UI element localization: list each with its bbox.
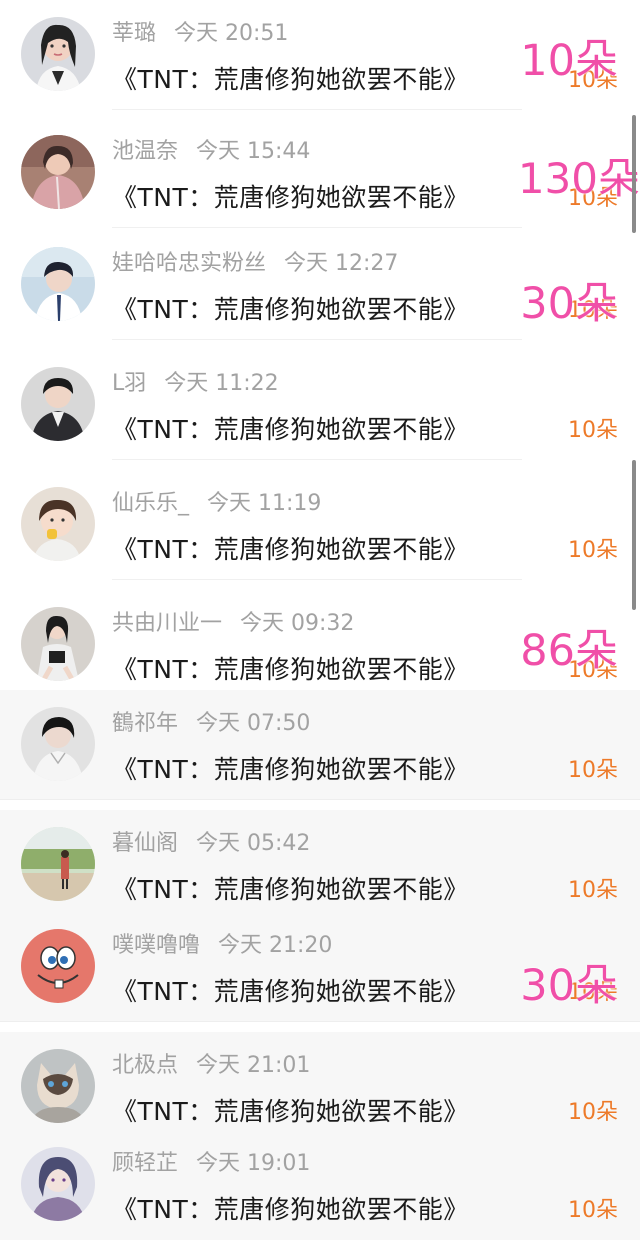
book-title[interactable]: 《TNT：荒唐修狗她欲罢不能》: [112, 60, 469, 100]
list-item[interactable]: L羽 今天 11:22 《TNT：荒唐修狗她欲罢不能》 10朵: [0, 350, 640, 460]
item-meta: 噗噗噜噜 今天 21:20: [112, 929, 332, 963]
scrollbar-lower[interactable]: [632, 460, 636, 610]
divider: [112, 579, 522, 580]
girl-portrait-avatar[interactable]: [21, 17, 95, 91]
username[interactable]: 仙乐乐_: [112, 491, 189, 516]
divider: [112, 227, 522, 228]
list-item[interactable]: 莘璐 今天 20:51 《TNT：荒唐修狗她欲罢不能》 10朵 10朵: [0, 0, 640, 110]
book-title[interactable]: 《TNT：荒唐修狗她欲罢不能》: [112, 972, 469, 1012]
handwritten-overlay-amount: 130朵: [517, 154, 640, 203]
book-title[interactable]: 《TNT：荒唐修狗她欲罢不能》: [112, 1190, 469, 1230]
girl-pink-jacket-avatar[interactable]: [21, 135, 95, 209]
flower-amount: 10朵: [568, 758, 618, 783]
screen: 莘璐今天 20:51 《TNT：荒唐修狗她欲罢不能》 10朵 10朵 池温奈今: [0, 0, 640, 1241]
gift-list[interactable]: 莘璐今天 20:51 《TNT：荒唐修狗她欲罢不能》 10朵 10朵 池温奈今: [0, 0, 640, 1241]
flower-amount: 10朵: [568, 878, 618, 903]
book-title[interactable]: 《TNT：荒唐修狗她欲罢不能》: [112, 530, 469, 570]
list-item[interactable]: 共由川业一 今天 09:32 《TNT：荒唐修狗她欲罢不能》 10朵 86朵: [0, 590, 640, 700]
username[interactable]: 莘璐: [112, 21, 156, 46]
divider: [112, 109, 522, 110]
outdoor-scene-avatar[interactable]: [21, 827, 95, 901]
item-meta: 仙乐乐_ 今天 11:19: [112, 487, 321, 521]
anime-character-avatar[interactable]: [21, 1147, 95, 1221]
scrollbar-upper[interactable]: [632, 115, 636, 233]
item-meta: 北极点 今天 21:01: [112, 1049, 310, 1083]
item-meta: 鶴祁年 今天 07:50: [112, 707, 310, 741]
item-meta: 暮仙阁 今天 05:42: [112, 827, 310, 861]
timestamp: 今天 15:44: [196, 139, 311, 164]
username[interactable]: 共由川业一: [112, 611, 222, 636]
divider: [0, 799, 640, 800]
book-title[interactable]: 《TNT：荒唐修狗她欲罢不能》: [112, 178, 469, 218]
item-meta: 共由川业一 今天 09:32: [112, 607, 354, 641]
list-item[interactable]: 暮仙阁 今天 05:42 《TNT：荒唐修狗她欲罢不能》 10朵: [0, 810, 640, 920]
book-title[interactable]: 《TNT：荒唐修狗她欲罢不能》: [112, 290, 469, 330]
boy-portrait-avatar[interactable]: [21, 247, 95, 321]
username[interactable]: 池温奈: [112, 139, 178, 164]
flower-amount: 10朵: [568, 418, 618, 443]
timestamp: 今天 05:42: [196, 831, 311, 856]
book-title[interactable]: 《TNT：荒唐修狗她欲罢不能》: [112, 870, 469, 910]
item-meta: L羽 今天 11:22: [112, 367, 279, 401]
list-item[interactable]: 噗噗噜噜 今天 21:20 《TNT：荒唐修狗她欲罢不能》 10朵 30朵: [0, 912, 640, 1022]
list-item[interactable]: 鶴祁年 今天 07:50 《TNT：荒唐修狗她欲罢不能》 10朵: [0, 690, 640, 800]
divider: [0, 1021, 640, 1022]
timestamp: 今天 11:19: [207, 491, 322, 516]
username[interactable]: 鶴祁年: [112, 711, 178, 736]
flower-amount: 10朵: [568, 1198, 618, 1223]
cat-avatar[interactable]: [21, 1049, 95, 1123]
username[interactable]: 噗噗噜噜: [112, 933, 200, 958]
list-item[interactable]: 池温奈 今天 15:44 《TNT：荒唐修狗她欲罢不能》 10朵 130朵: [0, 118, 640, 228]
timestamp: 今天 21:20: [218, 933, 333, 958]
handwritten-overlay-amount: 30朵: [520, 961, 618, 1011]
man-suit-avatar[interactable]: [21, 367, 95, 441]
list-item[interactable]: 北极点 今天 21:01 《TNT：荒唐修狗她欲罢不能》 10朵: [0, 1032, 640, 1142]
man-illustration-avatar[interactable]: [21, 707, 95, 781]
item-meta: 顾轻芷 今天 19:01: [112, 1147, 310, 1181]
timestamp: 今天 21:01: [196, 1053, 311, 1078]
book-title[interactable]: 《TNT：荒唐修狗她欲罢不能》: [112, 750, 469, 790]
child-avatar[interactable]: [21, 487, 95, 561]
flower-amount: 10朵: [568, 1100, 618, 1125]
list-item[interactable]: 仙乐乐_ 今天 11:19 《TNT：荒唐修狗她欲罢不能》 10朵: [0, 470, 640, 580]
book-title[interactable]: 《TNT：荒唐修狗她欲罢不能》: [112, 650, 469, 690]
handwritten-overlay-amount: 30朵: [520, 279, 618, 329]
timestamp: 今天 11:22: [164, 371, 279, 396]
item-meta: 莘璐 今天 20:51: [112, 17, 288, 51]
username[interactable]: 娃哈哈忠实粉丝: [112, 251, 266, 276]
timestamp: 今天 07:50: [196, 711, 311, 736]
list-item[interactable]: 顾轻芷 今天 19:01 《TNT：荒唐修狗她欲罢不能》 10朵: [0, 1130, 640, 1240]
woman-pose-avatar[interactable]: [21, 607, 95, 681]
username[interactable]: 北极点: [112, 1053, 178, 1078]
flower-amount: 10朵: [568, 538, 618, 563]
item-meta: 池温奈 今天 15:44: [112, 135, 310, 169]
book-title[interactable]: 《TNT：荒唐修狗她欲罢不能》: [112, 1092, 469, 1132]
divider: [112, 339, 522, 340]
username[interactable]: L羽: [112, 371, 146, 396]
timestamp: 今天 09:32: [240, 611, 355, 636]
timestamp: 今天 19:01: [196, 1151, 311, 1176]
timestamp: 今天 20:51: [174, 21, 289, 46]
list-item[interactable]: 娃哈哈忠实粉丝 今天 12:27 《TNT：荒唐修狗她欲罢不能》 10朵 30朵: [0, 230, 640, 340]
book-title[interactable]: 《TNT：荒唐修狗她欲罢不能》: [112, 410, 469, 450]
handwritten-overlay-amount: 86朵: [520, 626, 618, 676]
cartoon-face-avatar[interactable]: [21, 929, 95, 1003]
username[interactable]: 暮仙阁: [112, 831, 178, 856]
handwritten-overlay-amount: 10朵: [520, 36, 618, 86]
item-meta: 娃哈哈忠实粉丝 今天 12:27: [112, 247, 398, 281]
divider: [112, 459, 522, 460]
timestamp: 今天 12:27: [284, 251, 399, 276]
username[interactable]: 顾轻芷: [112, 1151, 178, 1176]
